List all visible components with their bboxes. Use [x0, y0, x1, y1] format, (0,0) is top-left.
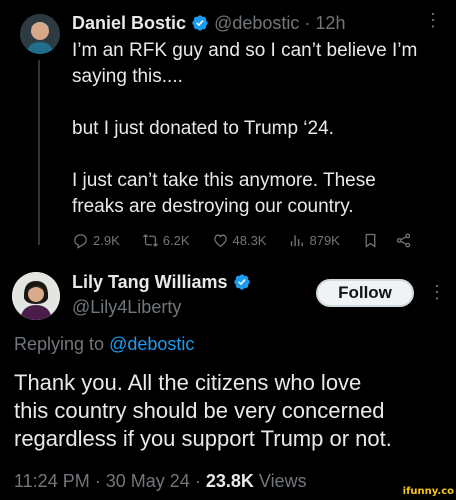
- bookmark-button[interactable]: [362, 232, 379, 249]
- replying-handle-link[interactable]: @debostic: [109, 334, 194, 354]
- handle[interactable]: @debostic: [214, 13, 299, 33]
- tweet1-actions: 2.9K 6.2K 48.3K 879K: [72, 229, 442, 251]
- tweet-line: I’m an RFK guy and so I can’t believe I’…: [72, 40, 418, 61]
- like-button[interactable]: 48.3K: [212, 232, 267, 249]
- tweet1-header: Daniel Bostic @debostic · 12h: [72, 13, 345, 34]
- verified-badge-icon: [192, 15, 208, 31]
- views-button[interactable]: 879K: [288, 232, 340, 249]
- tweet-line: I just can’t take this anymore. These: [72, 170, 376, 191]
- bar-chart-icon: [291, 235, 304, 246]
- replying-to: Replying to @debostic: [14, 334, 194, 355]
- verified-badge-icon: [233, 274, 250, 290]
- tweet2-name-row: Lily Tang Williams: [72, 272, 251, 293]
- reply-count: 2.9K: [93, 232, 120, 248]
- tweet-line: freaks are destroying our country.: [72, 196, 354, 217]
- avatar-debostic[interactable]: [20, 14, 60, 54]
- more-options-icon[interactable]: ⋮: [424, 10, 443, 31]
- retweet-button[interactable]: 6.2K: [142, 232, 190, 249]
- display-name[interactable]: Lily Tang Williams: [72, 272, 228, 292]
- tweet-line: Thank you. All the citizens who love: [14, 370, 362, 395]
- avatar-image: [12, 272, 60, 320]
- bookmark-icon: [365, 233, 376, 248]
- tweet-line: saying this....: [72, 66, 183, 87]
- timestamp[interactable]: 12h: [315, 13, 345, 33]
- separator: ·: [304, 13, 311, 33]
- reply-icon: [74, 233, 87, 249]
- heart-icon: [213, 234, 227, 247]
- retweet-count: 6.2K: [162, 232, 190, 248]
- watermark: ifunny.co: [402, 486, 454, 497]
- tweet2-body: Thank you. All the citizens who love thi…: [14, 369, 446, 453]
- views-count: 879K: [309, 232, 340, 248]
- tweet2-meta: 11:24 PM · 30 May 24 · 23.8K Views: [14, 471, 307, 492]
- share-icon: [396, 232, 411, 248]
- thread-line: [38, 60, 40, 245]
- share-button[interactable]: [395, 232, 412, 249]
- reply-button[interactable]: 2.9K: [72, 232, 120, 249]
- like-count: 48.3K: [232, 232, 267, 248]
- avatar-image: [20, 14, 60, 54]
- tweet-line: this country should be very concerned: [14, 398, 385, 423]
- post-time[interactable]: 11:24 PM: [14, 471, 90, 491]
- separator: ·: [194, 471, 201, 491]
- tweet-line: regardless if you support Trump or not.: [14, 426, 392, 451]
- post-date[interactable]: 30 May 24: [106, 471, 190, 491]
- more-options-icon[interactable]: ⋮: [428, 282, 447, 303]
- follow-button[interactable]: Follow: [316, 279, 414, 307]
- avatar-lily4liberty[interactable]: [12, 272, 60, 320]
- views-count: 23.8K: [205, 471, 254, 491]
- views-label: Views: [258, 471, 307, 491]
- replying-prefix: Replying to: [14, 334, 105, 354]
- display-name[interactable]: Daniel Bostic: [72, 13, 186, 33]
- handle[interactable]: @Lily4Liberty: [72, 297, 181, 318]
- separator: ·: [94, 471, 101, 491]
- tweet-line: but I just donated to Trump ‘24.: [72, 118, 334, 139]
- retweet-icon: [142, 233, 158, 247]
- tweet1-body: I’m an RFK guy and so I can’t believe I’…: [72, 38, 442, 220]
